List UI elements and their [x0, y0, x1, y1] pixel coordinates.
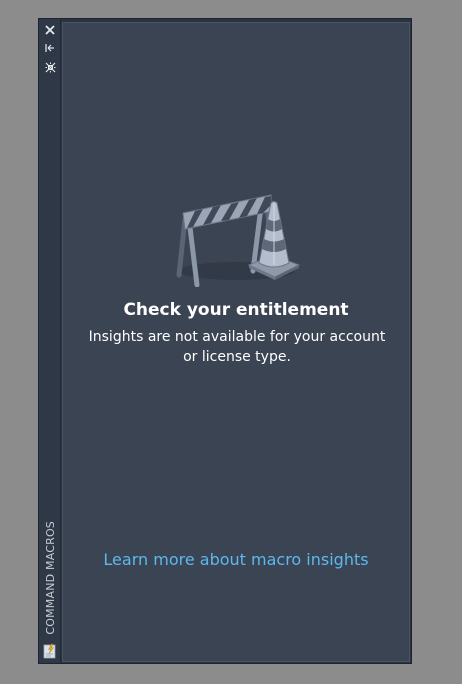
learn-more-link[interactable]: Learn more about macro insights [63, 550, 409, 569]
entitlement-heading: Check your entitlement [123, 300, 349, 320]
auto-hide-icon[interactable] [42, 40, 58, 56]
properties-icon[interactable] [42, 59, 58, 75]
palette-title: COMMAND MACROS [43, 521, 57, 635]
entitlement-message: Insights are not available for your acco… [88, 329, 386, 365]
construction-barrier-cone-icon [167, 167, 307, 288]
close-icon[interactable] [42, 22, 58, 38]
palette-content: Check your entitlement Insights are not … [62, 22, 410, 662]
palette-titlebar[interactable]: COMMAND MACROS [39, 19, 61, 663]
palette-menu-icon[interactable] [42, 643, 58, 659]
command-macros-palette: COMMAND MACROS Check your entitlement In… [38, 18, 412, 664]
